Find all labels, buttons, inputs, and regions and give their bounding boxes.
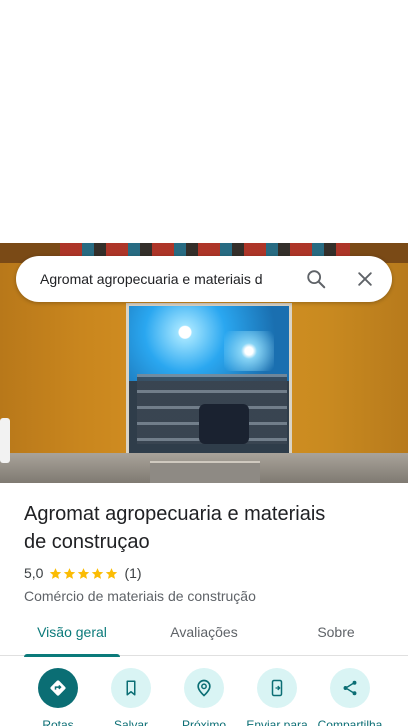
directions-button[interactable]: Rotas bbox=[18, 668, 98, 726]
star-icon bbox=[92, 567, 104, 579]
search-icon[interactable] bbox=[302, 265, 330, 293]
star-icon bbox=[50, 567, 62, 579]
star-icon bbox=[106, 567, 118, 579]
review-count[interactable]: (1) bbox=[124, 565, 141, 581]
send-to-phone-label: Enviar para bbox=[246, 718, 308, 726]
directions-icon bbox=[38, 668, 78, 708]
share-label: Compartilha bbox=[317, 718, 383, 726]
nearby-icon bbox=[184, 668, 224, 708]
tab-reviews-label: Avaliações bbox=[170, 624, 238, 640]
tab-about-label: Sobre bbox=[317, 624, 355, 640]
star-icon bbox=[78, 567, 90, 579]
place-title-line-2: de construçao bbox=[24, 531, 150, 553]
send-to-phone-icon bbox=[257, 668, 297, 708]
save-label: Salvar bbox=[113, 718, 148, 726]
search-bar[interactable]: Agromat agropecuaria e materiais d bbox=[16, 256, 392, 302]
directions-label: Rotas bbox=[42, 718, 74, 726]
close-icon[interactable] bbox=[351, 265, 379, 293]
bookmark-icon bbox=[111, 668, 151, 708]
photo-chair bbox=[0, 418, 10, 463]
photo-light-2 bbox=[224, 331, 274, 371]
nearby-label: Próximo bbox=[181, 718, 226, 726]
place-title: Agromat agropecuaria e materiais de cons… bbox=[24, 500, 394, 556]
photo-store-entrance bbox=[126, 303, 292, 453]
rating-stars bbox=[49, 567, 118, 580]
share-icon bbox=[330, 668, 370, 708]
send-to-phone-button[interactable]: Enviar para bbox=[237, 668, 317, 726]
photo-step bbox=[150, 461, 260, 483]
tab-overview[interactable]: Visão geral bbox=[24, 614, 120, 657]
place-info: Agromat agropecuaria e materiais de cons… bbox=[24, 500, 394, 606]
tab-reviews[interactable]: Avaliações bbox=[152, 614, 256, 656]
star-icon bbox=[64, 567, 76, 579]
place-tabs: Visão geral Avaliações Sobre bbox=[0, 614, 408, 657]
map-blank-area bbox=[0, 0, 408, 243]
photo-machine bbox=[199, 404, 249, 444]
tab-active-indicator bbox=[24, 654, 120, 657]
place-category[interactable]: Comércio de materiais de construção bbox=[24, 586, 394, 606]
tab-overview-label: Visão geral bbox=[37, 624, 107, 640]
action-bar: Rotas Salvar Próximo Enviar para Compart… bbox=[0, 668, 408, 726]
search-input[interactable]: Agromat agropecuaria e materiais d bbox=[40, 256, 288, 302]
place-title-line-1: Agromat agropecuaria e materiais bbox=[24, 503, 326, 525]
rating-row[interactable]: 5,0 (1) bbox=[24, 564, 394, 582]
nearby-button[interactable]: Próximo bbox=[164, 668, 244, 726]
rating-value: 5,0 bbox=[24, 565, 44, 581]
save-button[interactable]: Salvar bbox=[91, 668, 171, 726]
share-button[interactable]: Compartilha bbox=[310, 668, 390, 726]
tab-about[interactable]: Sobre bbox=[296, 614, 376, 656]
